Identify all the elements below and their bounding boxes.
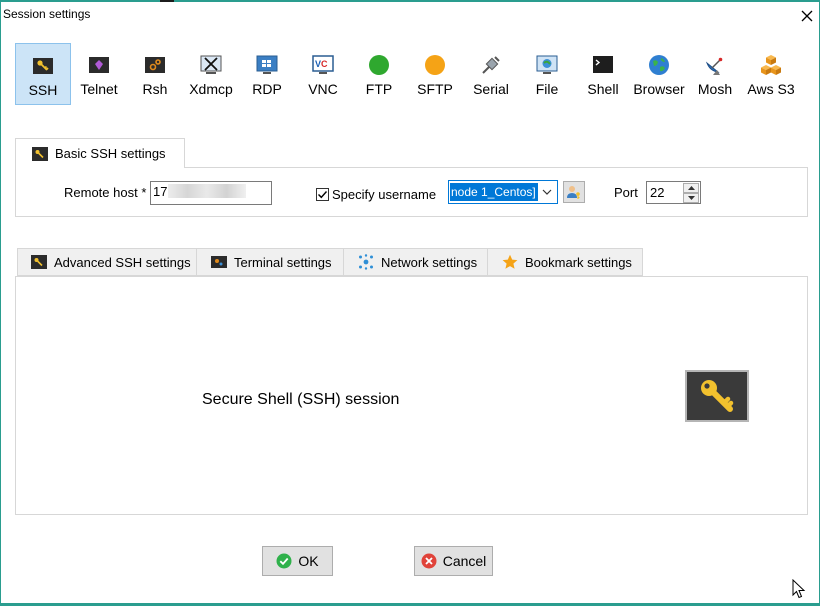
session-type-vnc[interactable]: VC VNC (295, 43, 351, 105)
xdmcp-icon (199, 53, 223, 77)
session-type-aws-s3[interactable]: Aws S3 (743, 43, 799, 105)
star-icon (502, 254, 518, 270)
key-icon (31, 254, 47, 270)
session-description: Secure Shell (SSH) session (202, 391, 400, 408)
window-frame-left (0, 0, 1, 606)
session-type-serial[interactable]: Serial (463, 43, 519, 105)
port-decrement-button[interactable] (683, 193, 699, 203)
tab-label: Terminal settings (234, 254, 332, 270)
tab-network-settings[interactable]: Network settings (344, 248, 488, 276)
mouse-cursor-icon (792, 579, 806, 599)
remote-host-value: 17 (153, 184, 168, 199)
cancel-button[interactable]: Cancel (414, 546, 493, 576)
session-type-rdp[interactable]: RDP (239, 43, 295, 105)
network-icon (358, 254, 374, 270)
user-manager-button[interactable] (563, 181, 585, 203)
session-type-browser[interactable]: Browser (631, 43, 687, 105)
session-type-file[interactable]: File (519, 43, 575, 105)
globe-icon (647, 53, 671, 77)
user-key-icon (567, 186, 580, 199)
check-circle-icon (276, 553, 292, 569)
ok-label: OK (298, 553, 319, 569)
arrow-down-icon (687, 196, 695, 200)
session-type-ftp[interactable]: FTP (351, 43, 407, 105)
telnet-icon (87, 53, 111, 77)
session-type-telnet[interactable]: Telnet (71, 43, 127, 105)
specify-username-label[interactable]: Specify username (332, 187, 436, 202)
ssh-key-icon (31, 54, 55, 78)
serial-plug-icon (479, 53, 503, 77)
aws-s3-boxes-icon (759, 53, 783, 77)
tab-label: Network settings (381, 254, 478, 270)
session-type-rsh[interactable]: Rsh (127, 43, 183, 105)
session-type-shell[interactable]: Shell (575, 43, 631, 105)
rdp-monitor-icon (255, 53, 279, 77)
session-type-sftp[interactable]: SFTP (407, 43, 463, 105)
tab-basic-ssh-settings[interactable]: Basic SSH settings (15, 138, 185, 168)
satellite-dish-icon (703, 53, 727, 77)
remote-host-label: Remote host * (64, 185, 147, 200)
vnc-icon: VC (311, 53, 335, 77)
cancel-circle-icon (421, 553, 437, 569)
svg-text:C: C (321, 59, 328, 69)
port-input[interactable]: 22 (646, 181, 701, 204)
session-type-ssh[interactable]: SSH (15, 43, 71, 105)
port-value: 22 (650, 185, 665, 200)
key-icon (32, 146, 48, 162)
close-button[interactable] (796, 5, 818, 27)
session-type-xdmcp[interactable]: Xdmcp (183, 43, 239, 105)
redacted-host-blur (168, 184, 247, 198)
remote-host-input[interactable]: 17 (150, 181, 272, 205)
session-type-mosh[interactable]: Mosh (687, 43, 743, 105)
chevron-down-icon[interactable] (539, 183, 555, 201)
shell-terminal-icon (591, 53, 615, 77)
checkmark-icon (318, 191, 328, 199)
file-computer-icon (535, 53, 559, 77)
close-icon (801, 10, 813, 22)
session-type-label: Aws S3 (747, 81, 795, 97)
tab-label: Basic SSH settings (55, 146, 166, 161)
tab-terminal-settings[interactable]: Terminal settings (197, 248, 344, 276)
port-label: Port (614, 185, 638, 200)
window-title: Session settings (3, 7, 91, 21)
tab-bookmark-settings[interactable]: Bookmark settings (488, 248, 643, 276)
tab-advanced-ssh-settings[interactable]: Advanced SSH settings (17, 248, 197, 276)
specify-username-checkbox[interactable] (316, 188, 329, 201)
cancel-label: Cancel (442, 553, 487, 569)
tab-label: Bookmark settings (525, 254, 632, 270)
arrow-up-icon (687, 186, 695, 190)
tab-label: Advanced SSH settings (54, 254, 191, 270)
ftp-green-circle-icon (367, 53, 391, 77)
terminal-icon (211, 254, 227, 270)
ssh-session-key-icon (685, 370, 749, 422)
sftp-orange-circle-icon (423, 53, 447, 77)
username-value: node 1_Centos] (450, 183, 538, 201)
title-bar: Session settings (0, 2, 820, 28)
rsh-icon (143, 53, 167, 77)
ok-button[interactable]: OK (262, 546, 333, 576)
username-combobox[interactable]: node 1_Centos] (448, 180, 558, 204)
port-increment-button[interactable] (683, 183, 699, 193)
